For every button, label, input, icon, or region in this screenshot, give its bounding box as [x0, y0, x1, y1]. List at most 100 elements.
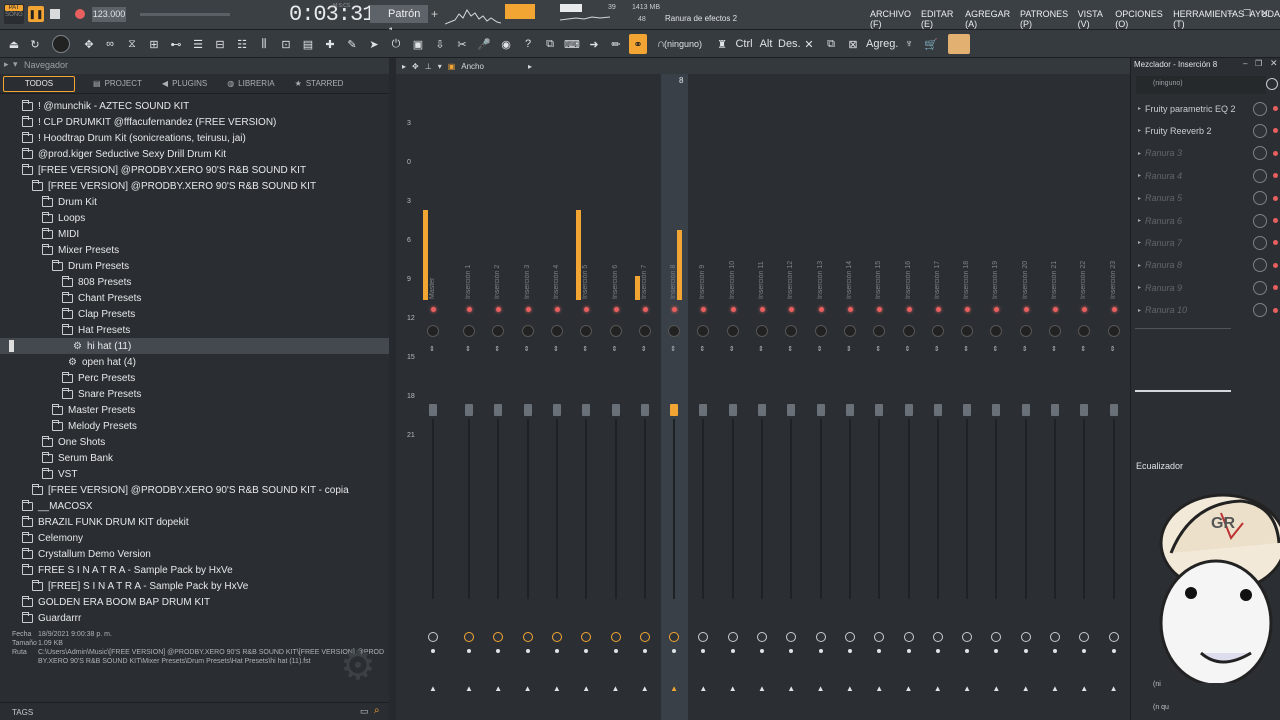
cut-icon[interactable]: ✂ — [453, 34, 471, 54]
mixer-tool-icon[interactable]: ✥ — [412, 62, 419, 71]
mute-led[interactable] — [1053, 307, 1058, 312]
effect-slot[interactable]: ▸ Ranura 3 — [1131, 143, 1280, 164]
pan-knob[interactable] — [638, 325, 651, 337]
pan-knob[interactable] — [492, 325, 505, 337]
route-arrows-icon[interactable]: ⇕ — [1110, 346, 1116, 354]
tree-item[interactable]: BRAZIL FUNK DRUM KIT dopekit — [0, 514, 389, 530]
slot-mix-knob[interactable] — [1253, 168, 1268, 183]
insert-strip[interactable]: Inserción 21 ⇕ ▲ — [1042, 74, 1069, 720]
slot-mix-knob[interactable] — [1253, 213, 1268, 228]
slot-enable-led[interactable] — [1273, 240, 1279, 246]
mixer-arrow-icon[interactable]: ▸ — [402, 62, 406, 71]
tempo-display[interactable]: 123.000 — [92, 7, 126, 22]
slot-enable-led[interactable] — [1273, 262, 1279, 268]
master-volume-slider[interactable] — [140, 13, 230, 16]
mute-led[interactable] — [431, 307, 436, 312]
pause-button[interactable]: ❚❚ — [28, 6, 44, 22]
effect-slot[interactable]: ▸ Fruity parametric EQ 2 — [1131, 98, 1280, 119]
volume-fader[interactable] — [875, 404, 884, 416]
link-target-select[interactable]: (ninguno) — [664, 34, 702, 54]
mixer-save-icon[interactable]: ⊥ — [425, 62, 432, 71]
tree-item[interactable]: FREE S I N A T R A - Sample Pack by HxVe — [0, 562, 389, 578]
send-knob[interactable] — [493, 632, 504, 642]
insert-strip[interactable]: Inserción 9 ⇕ ▲ — [690, 74, 717, 720]
pan-knob[interactable] — [1049, 325, 1061, 337]
route-up-icon[interactable]: ▲ — [1080, 684, 1088, 693]
alt-button[interactable]: Alt — [757, 34, 775, 54]
route-up-icon[interactable]: ▲ — [612, 684, 620, 693]
tree-item[interactable]: Drum Kit — [0, 194, 389, 210]
insert-strip[interactable]: Inserción 2 ⇕ ▲ — [485, 74, 512, 720]
minimize-icon[interactable]: – — [1228, 8, 1234, 19]
clock-icon[interactable] — [1266, 78, 1278, 90]
insert-strip[interactable]: Inserción 17 ⇕ ▲ — [925, 74, 952, 720]
route-arrows-icon[interactable]: ⇕ — [1022, 346, 1028, 354]
route-arrows-icon[interactable]: ⇕ — [1051, 346, 1057, 354]
tags-folder-icon[interactable]: ▭ — [360, 706, 369, 717]
restore-icon[interactable]: ❐ — [1243, 8, 1251, 19]
playlist-icon[interactable]: ☰ — [189, 34, 207, 54]
menu-opciones[interactable]: OPCIONES (O) — [1115, 9, 1169, 29]
mute-led[interactable] — [965, 307, 971, 312]
send-knob[interactable] — [639, 632, 650, 642]
volume-fader[interactable] — [816, 404, 825, 416]
pan-knob[interactable] — [873, 325, 886, 337]
effect-slot[interactable]: ▸ Ranura 9 — [1131, 277, 1280, 298]
pan-knob[interactable] — [668, 325, 681, 337]
ctrl-button[interactable]: Ctrl — [735, 34, 753, 54]
insert-close-icon[interactable]: ✕ — [1270, 58, 1278, 69]
send-knob[interactable] — [844, 632, 855, 642]
tree-item[interactable]: ! CLP DRUMKIT @fffacufernandez (FREE VER… — [0, 114, 389, 130]
mixer-layout-icon[interactable]: ▣ — [448, 62, 456, 71]
insert-strip[interactable]: Inserción 22 ⇕ ▲ — [1071, 74, 1098, 720]
pan-knob[interactable] — [1019, 325, 1032, 337]
insert-strip[interactable]: Inserción 11 ⇕ ▲ — [749, 74, 776, 720]
send-knob[interactable] — [522, 632, 533, 642]
pan-knob[interactable] — [814, 325, 827, 337]
route-arrows-icon[interactable]: ⇕ — [787, 346, 793, 354]
mute-led[interactable] — [1023, 307, 1029, 312]
menu-agregar[interactable]: AGREGAR (A) — [965, 9, 1016, 29]
insert-strip[interactable]: Inserción 23 ⇕ ▲ — [1101, 74, 1128, 720]
volume-fader[interactable] — [494, 404, 503, 416]
slot-enable-led[interactable] — [1273, 195, 1279, 201]
route-arrows-icon[interactable]: ⇕ — [582, 346, 588, 354]
route-up-icon[interactable]: ▲ — [1022, 684, 1030, 693]
volume-fader[interactable] — [640, 404, 649, 416]
pan-knob[interactable] — [697, 325, 710, 337]
volume-fader[interactable] — [963, 404, 972, 416]
tree-item[interactable]: Clap Presets — [0, 306, 389, 322]
chat-icon[interactable]: ◉ — [497, 34, 515, 54]
menu-archivo[interactable]: ARCHIVO (F) — [870, 9, 917, 29]
add-button[interactable]: Agreg. — [866, 34, 898, 54]
pan-knob[interactable] — [902, 325, 915, 337]
pan-knob[interactable] — [427, 325, 439, 337]
route-up-icon[interactable]: ▲ — [1051, 684, 1059, 693]
menu-patrones[interactable]: PATRONES (P) — [1020, 9, 1074, 29]
route-arrows-icon[interactable]: ⇕ — [1080, 346, 1086, 354]
volume-fader[interactable] — [1021, 404, 1030, 416]
send-knob[interactable] — [757, 632, 767, 642]
slot-enable-led[interactable] — [1273, 128, 1279, 134]
route-up-icon[interactable]: ▲ — [934, 684, 942, 693]
volume-fader[interactable] — [611, 404, 620, 416]
mute-led[interactable] — [877, 307, 883, 312]
insert-strip[interactable]: Inserción 6 ⇕ ▲ — [603, 74, 630, 720]
browser-arrow-icon[interactable]: ▸ — [4, 59, 9, 70]
volume-fader[interactable] — [429, 404, 437, 416]
mute-led[interactable] — [994, 307, 1000, 312]
mute-led[interactable] — [701, 307, 707, 312]
route-arrows-icon[interactable]: ⇕ — [429, 346, 435, 354]
news-icon[interactable] — [948, 34, 970, 54]
send-knob[interactable] — [1079, 632, 1090, 642]
send-knob[interactable] — [610, 632, 621, 642]
route-arrows-icon[interactable]: ⇕ — [465, 346, 471, 354]
tree-item[interactable]: 808 Presets — [0, 274, 389, 290]
insert-strip[interactable]: Inserción 5 ⇕ ▲ — [573, 74, 600, 720]
route-arrows-icon[interactable]: ⇕ — [524, 346, 530, 354]
volume-fader[interactable] — [1051, 404, 1059, 416]
route-up-icon[interactable]: ▲ — [641, 684, 649, 693]
tree-item[interactable]: [FREE VERSION] @PRODBY.XERO 90'S R&B SOU… — [0, 178, 389, 194]
master-knob-icon[interactable] — [52, 34, 70, 54]
mixer-menu-icon[interactable]: ▾ — [438, 62, 442, 71]
